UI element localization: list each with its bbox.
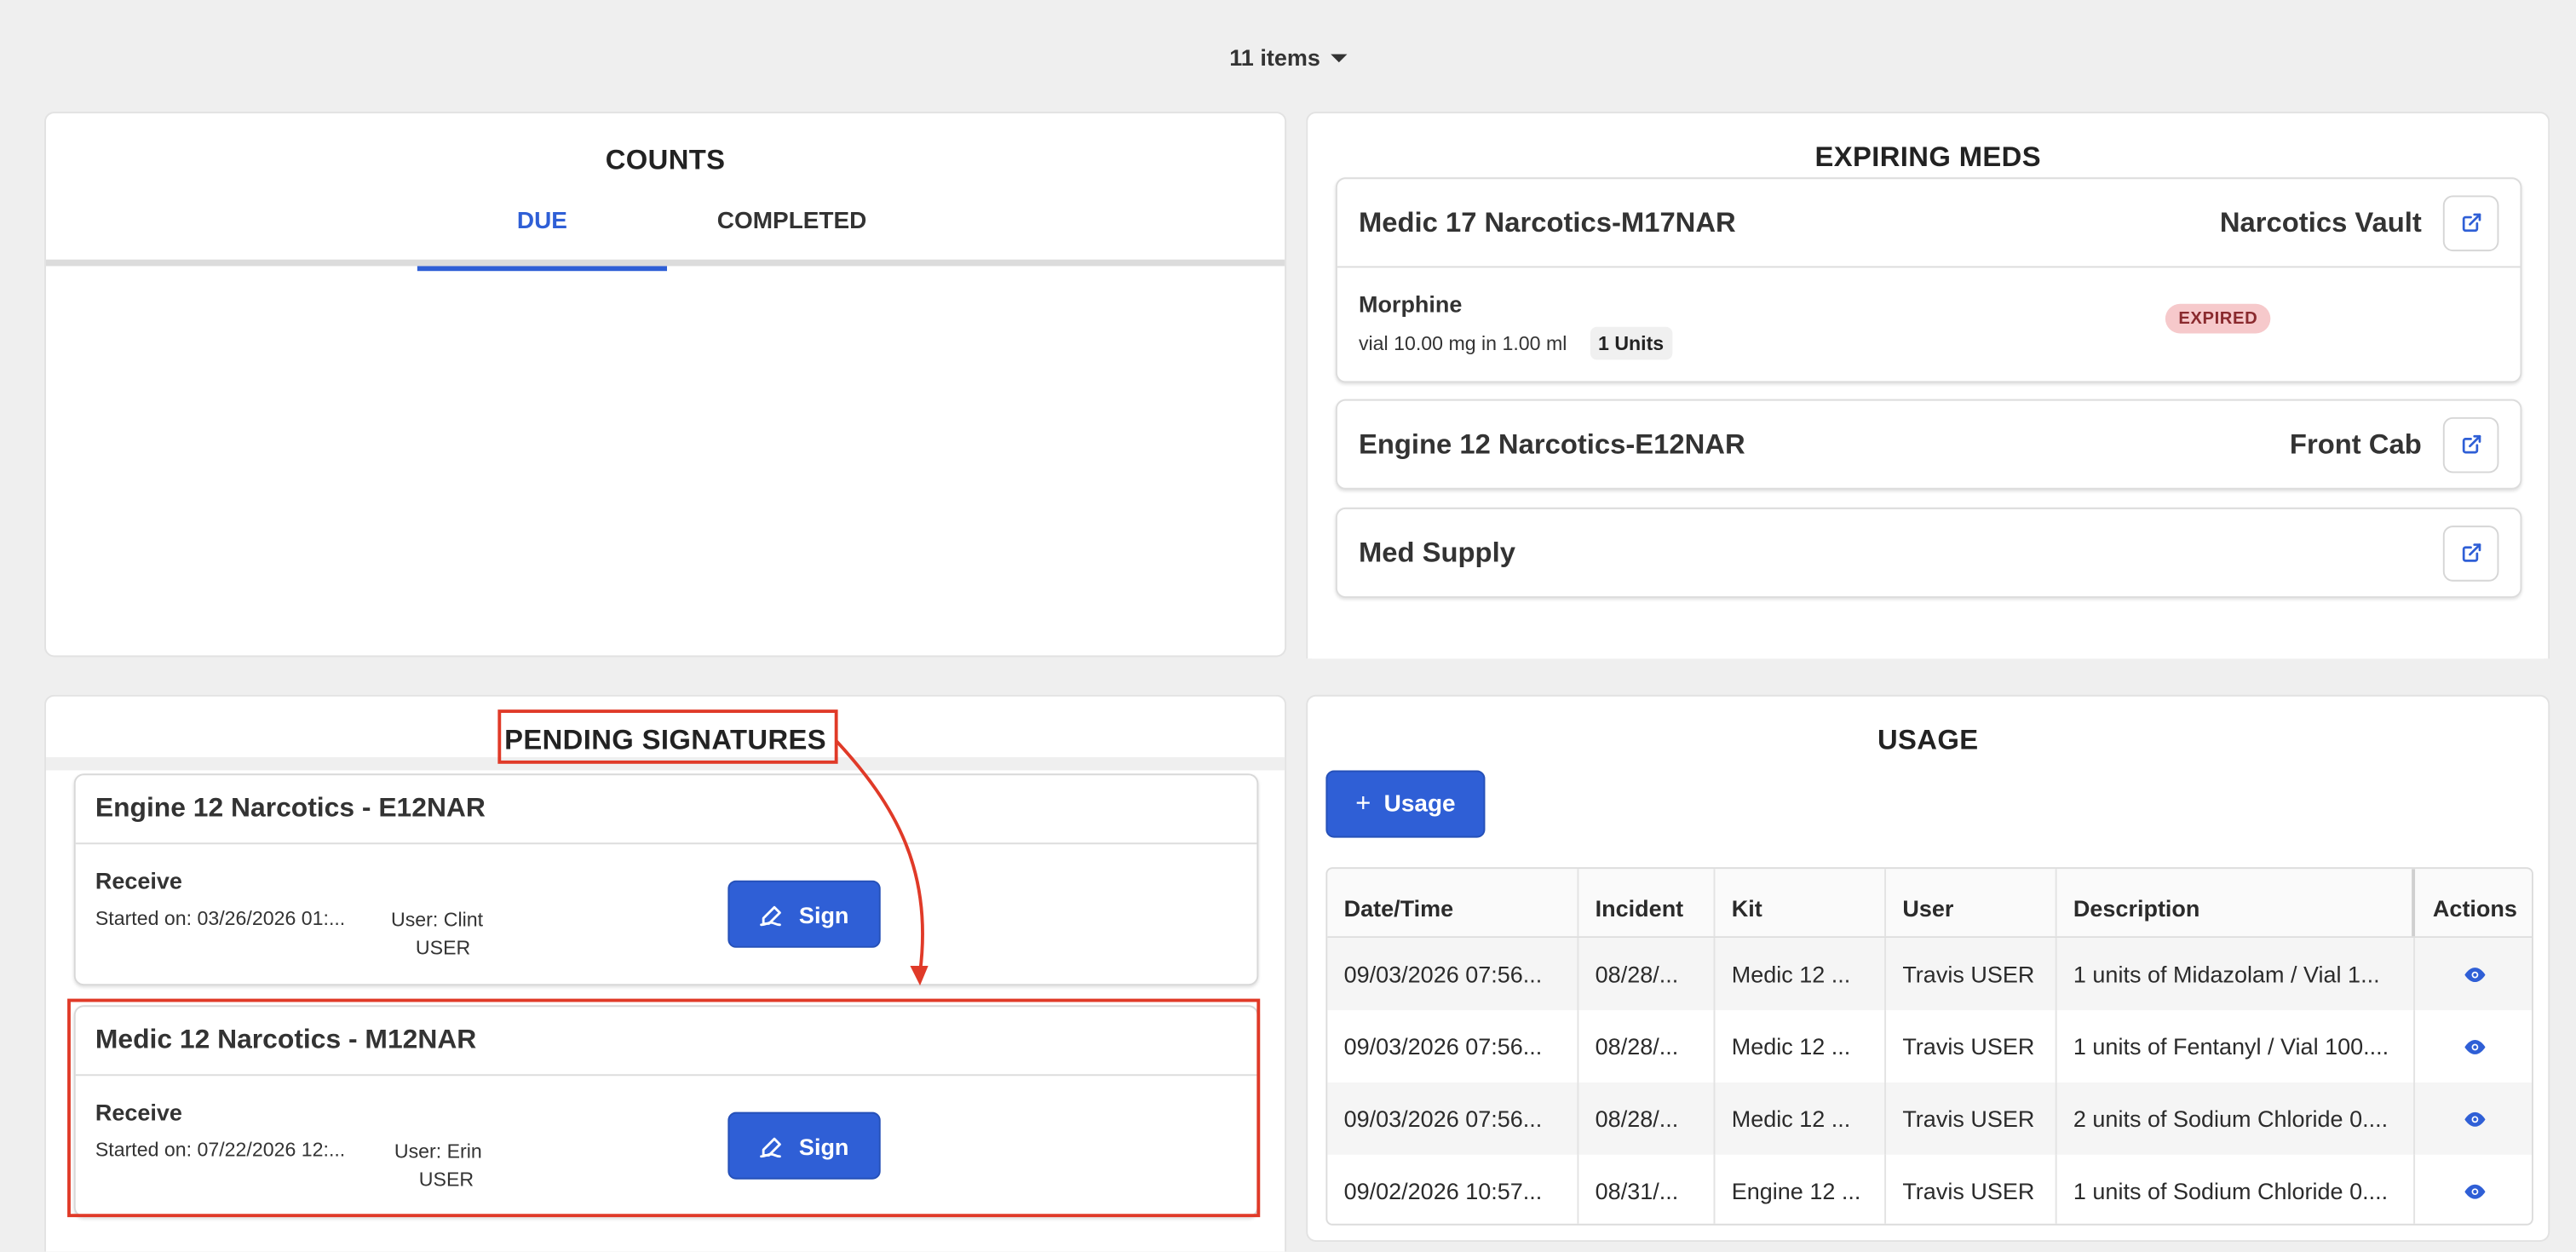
view-button[interactable] [2415, 1083, 2532, 1155]
table-row: 09/03/2026 07:56... 08/28/... Medic 12 .… [1327, 938, 2532, 1011]
cell-user: Travis USER [1886, 1082, 2057, 1155]
cell-datetime: 09/02/2026 10:57... [1327, 1154, 1579, 1224]
add-usage-label: Usage [1383, 790, 1456, 818]
cell-incident: 08/28/... [1578, 938, 1716, 1011]
add-usage-button[interactable]: + Usage [1325, 770, 1486, 838]
eye-icon [2464, 1183, 2486, 1198]
column-header-actions: Actions [2432, 894, 2517, 921]
cell-description: 1 units of Midazolam / Vial 1... [2057, 938, 2416, 1011]
view-button[interactable] [2415, 1010, 2532, 1083]
cell-description: 1 units of Sodium Chloride 0.... [2057, 1154, 2416, 1224]
usage-title: USAGE [1877, 724, 1979, 756]
column-header-user[interactable]: User [1886, 869, 2057, 937]
view-button[interactable] [2415, 1155, 2532, 1224]
table-header: Date/Time Incident Kit User Description … [1327, 869, 2532, 939]
column-header-kit[interactable]: Kit [1715, 869, 1887, 937]
cell-incident: 08/28/... [1578, 1010, 1716, 1083]
cell-description: 2 units of Sodium Chloride 0.... [2057, 1082, 2416, 1155]
cell-description: 1 units of Fentanyl / Vial 100.... [2057, 1010, 2416, 1083]
plus-icon: + [1355, 789, 1371, 818]
cell-datetime: 09/03/2026 07:56... [1327, 1082, 1579, 1155]
column-header-description[interactable]: Description [2057, 869, 2416, 937]
usage-table: Date/Time Incident Kit User Description … [1325, 867, 2533, 1226]
cell-kit: Medic 12 ... [1715, 938, 1887, 1011]
eye-icon [2464, 1111, 2486, 1126]
cell-user: Travis USER [1886, 1010, 2057, 1083]
dashboard: 11 items COUNTS DUE COMPLETED EXPIRING M… [0, 0, 2576, 1252]
cell-kit: Medic 12 ... [1715, 1010, 1887, 1083]
column-header-incident[interactable]: Incident [1578, 869, 1716, 937]
cell-user: Travis USER [1886, 938, 2057, 1011]
eye-icon [2464, 1039, 2486, 1054]
view-button[interactable] [2415, 938, 2532, 1010]
usage-card: USAGE + Usage Date/Time Incident Kit Use… [1306, 694, 2550, 1243]
cell-incident: 08/28/... [1578, 1082, 1716, 1155]
cell-datetime: 09/03/2026 07:56... [1327, 1010, 1579, 1083]
eye-icon [2464, 967, 2486, 982]
table-row: 09/02/2026 10:57... 08/31/... Engine 12 … [1327, 1154, 2532, 1224]
table-row: 09/03/2026 07:56... 08/28/... Medic 12 .… [1327, 1010, 2532, 1083]
cell-kit: Medic 12 ... [1715, 1082, 1887, 1155]
column-header-datetime[interactable]: Date/Time [1327, 869, 1579, 937]
cell-datetime: 09/03/2026 07:56... [1327, 938, 1579, 1011]
cell-user: Travis USER [1886, 1154, 2057, 1224]
cell-incident: 08/31/... [1578, 1154, 1716, 1224]
table-row: 09/03/2026 07:56... 08/28/... Medic 12 .… [1327, 1082, 2532, 1155]
cell-kit: Engine 12 ... [1715, 1154, 1887, 1224]
